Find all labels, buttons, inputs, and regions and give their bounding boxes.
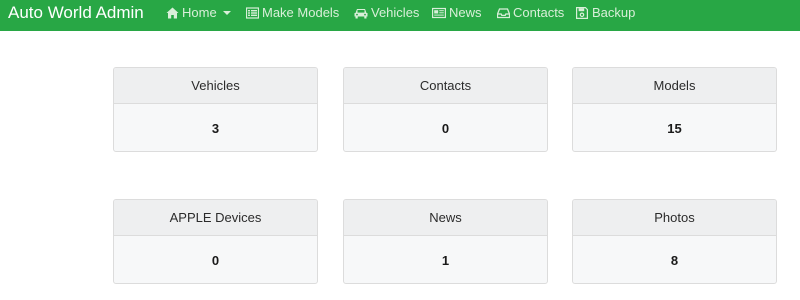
nav-backup[interactable]: Backup bbox=[575, 4, 635, 21]
nav-contacts[interactable]: Contacts bbox=[496, 4, 564, 21]
card-value: 8 bbox=[670, 252, 679, 268]
car-icon bbox=[354, 6, 368, 20]
nav-news[interactable]: News bbox=[432, 4, 482, 21]
top-navbar: Auto World Admin Home Make Models Vehicl… bbox=[0, 0, 800, 31]
card-title: News bbox=[344, 200, 547, 236]
nav-home[interactable]: Home bbox=[165, 4, 231, 21]
card-value: 1 bbox=[441, 252, 450, 268]
inbox-icon bbox=[496, 6, 510, 20]
card-news[interactable]: News 1 bbox=[343, 199, 548, 284]
nav-make-models[interactable]: Make Models bbox=[245, 4, 339, 21]
nav-backup-label: Backup bbox=[592, 5, 636, 20]
nav-home-label: Home bbox=[182, 5, 217, 20]
card-value: 15 bbox=[667, 120, 682, 136]
brand-link[interactable]: Auto World Admin bbox=[8, 3, 144, 23]
card-apple-devices[interactable]: APPLE Devices 0 bbox=[113, 199, 318, 284]
card-models[interactable]: Models 15 bbox=[572, 67, 777, 152]
card-title: Photos bbox=[573, 200, 776, 236]
card-photos[interactable]: Photos 8 bbox=[572, 199, 777, 284]
card-title: Contacts bbox=[344, 68, 547, 104]
nav-news-label: News bbox=[449, 5, 482, 20]
nav-contacts-label: Contacts bbox=[513, 5, 565, 20]
card-title: Vehicles bbox=[114, 68, 317, 104]
nav-vehicles[interactable]: Vehicles bbox=[354, 4, 419, 21]
save-icon bbox=[575, 6, 589, 20]
card-value: 3 bbox=[211, 120, 220, 136]
card-vehicles[interactable]: Vehicles 3 bbox=[113, 67, 318, 152]
card-title: APPLE Devices bbox=[114, 200, 317, 236]
card-value: 0 bbox=[441, 120, 450, 136]
card-title: Models bbox=[573, 68, 776, 104]
nav-vehicles-label: Vehicles bbox=[371, 5, 420, 20]
card-value: 0 bbox=[211, 252, 220, 268]
chevron-down-icon bbox=[222, 11, 231, 15]
card-contacts[interactable]: Contacts 0 bbox=[343, 67, 548, 152]
newspaper-icon bbox=[432, 6, 446, 20]
nav-make-models-label: Make Models bbox=[262, 5, 340, 20]
home-icon bbox=[165, 6, 179, 20]
list-icon bbox=[245, 6, 259, 20]
